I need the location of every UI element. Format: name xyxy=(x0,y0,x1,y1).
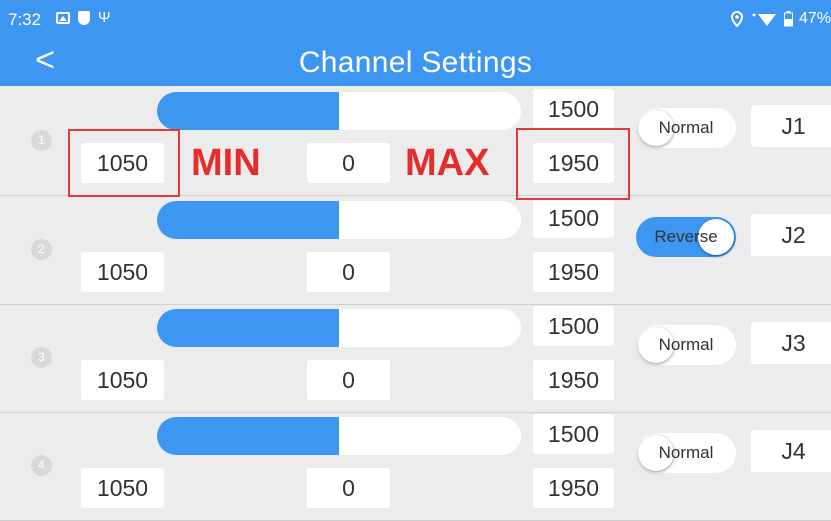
channel-output-fill xyxy=(157,92,339,130)
direction-label: Reverse xyxy=(654,227,718,246)
page-title: Channel Settings xyxy=(298,46,533,79)
min-value-field[interactable]: 1050 xyxy=(81,360,164,400)
channel-row: 3 1050 0 1500 1950 Normal J3 xyxy=(0,304,831,413)
direction-label: Normal xyxy=(658,335,714,354)
channel-output-bar xyxy=(157,201,521,239)
channel-number-badge: 3 xyxy=(31,347,52,368)
channel-number-badge: 4 xyxy=(31,455,52,476)
min-annotation: MIN xyxy=(191,142,261,184)
mid-value-field[interactable]: 1500 xyxy=(533,198,614,238)
image-icon xyxy=(56,12,70,24)
subtrim-value-field[interactable]: 0 xyxy=(307,468,390,508)
shield-icon xyxy=(78,11,90,25)
channel-mapping-field[interactable]: J2 xyxy=(751,214,831,256)
status-left-icons: Ψ xyxy=(56,9,111,26)
battery-icon xyxy=(783,11,793,27)
channel-output-fill xyxy=(157,417,339,455)
max-value-field[interactable]: 1950 xyxy=(533,468,614,508)
max-value-field[interactable]: 1950 xyxy=(533,252,614,292)
direction-label: Normal xyxy=(658,443,714,462)
channel-number-badge: 2 xyxy=(31,239,52,260)
status-time: 7:32 xyxy=(8,10,42,29)
mid-value-field[interactable]: 1500 xyxy=(533,306,614,346)
mid-value-field[interactable]: 1500 xyxy=(533,414,614,454)
channel-output-bar xyxy=(157,417,521,455)
channel-output-bar xyxy=(157,92,521,130)
channel-mapping-field[interactable]: J4 xyxy=(751,430,831,472)
app-header: 7:32 Ψ 47% < Channel Settings xyxy=(0,0,831,86)
location-icon xyxy=(730,11,743,27)
battery-percent: 47% xyxy=(798,10,831,27)
channel-mapping-field[interactable]: J1 xyxy=(751,105,831,147)
channel-number-badge: 1 xyxy=(31,130,52,151)
min-value-field[interactable]: 1050 xyxy=(81,468,164,508)
channel-output-fill xyxy=(157,309,339,347)
channel-mapping-field[interactable]: J3 xyxy=(751,322,831,364)
wifi-icon xyxy=(752,13,776,26)
max-highlight-box xyxy=(516,128,630,200)
direction-label: Normal xyxy=(658,118,714,137)
subtrim-value-field[interactable]: 0 xyxy=(307,143,390,183)
min-value-field[interactable]: 1050 xyxy=(81,252,164,292)
direction-toggle[interactable]: Normal xyxy=(636,108,736,148)
channel-row: 2 1050 0 1500 1950 Reverse J2 xyxy=(0,196,831,305)
channel-output-fill xyxy=(157,201,339,239)
subtrim-value-field[interactable]: 0 xyxy=(307,252,390,292)
direction-toggle[interactable]: Reverse xyxy=(636,217,736,257)
status-right: 47% xyxy=(730,10,831,28)
max-value-field[interactable]: 1950 xyxy=(533,360,614,400)
channel-row: 4 1050 0 1500 1950 Normal J4 xyxy=(0,412,831,521)
mid-value-field[interactable]: 1500 xyxy=(533,89,614,129)
min-highlight-box xyxy=(68,129,180,197)
direction-toggle[interactable]: Normal xyxy=(636,433,736,473)
subtrim-value-field[interactable]: 0 xyxy=(307,360,390,400)
direction-toggle[interactable]: Normal xyxy=(636,325,736,365)
max-annotation: MAX xyxy=(405,142,490,184)
usb-icon: Ψ xyxy=(98,9,111,26)
channel-output-bar xyxy=(157,309,521,347)
